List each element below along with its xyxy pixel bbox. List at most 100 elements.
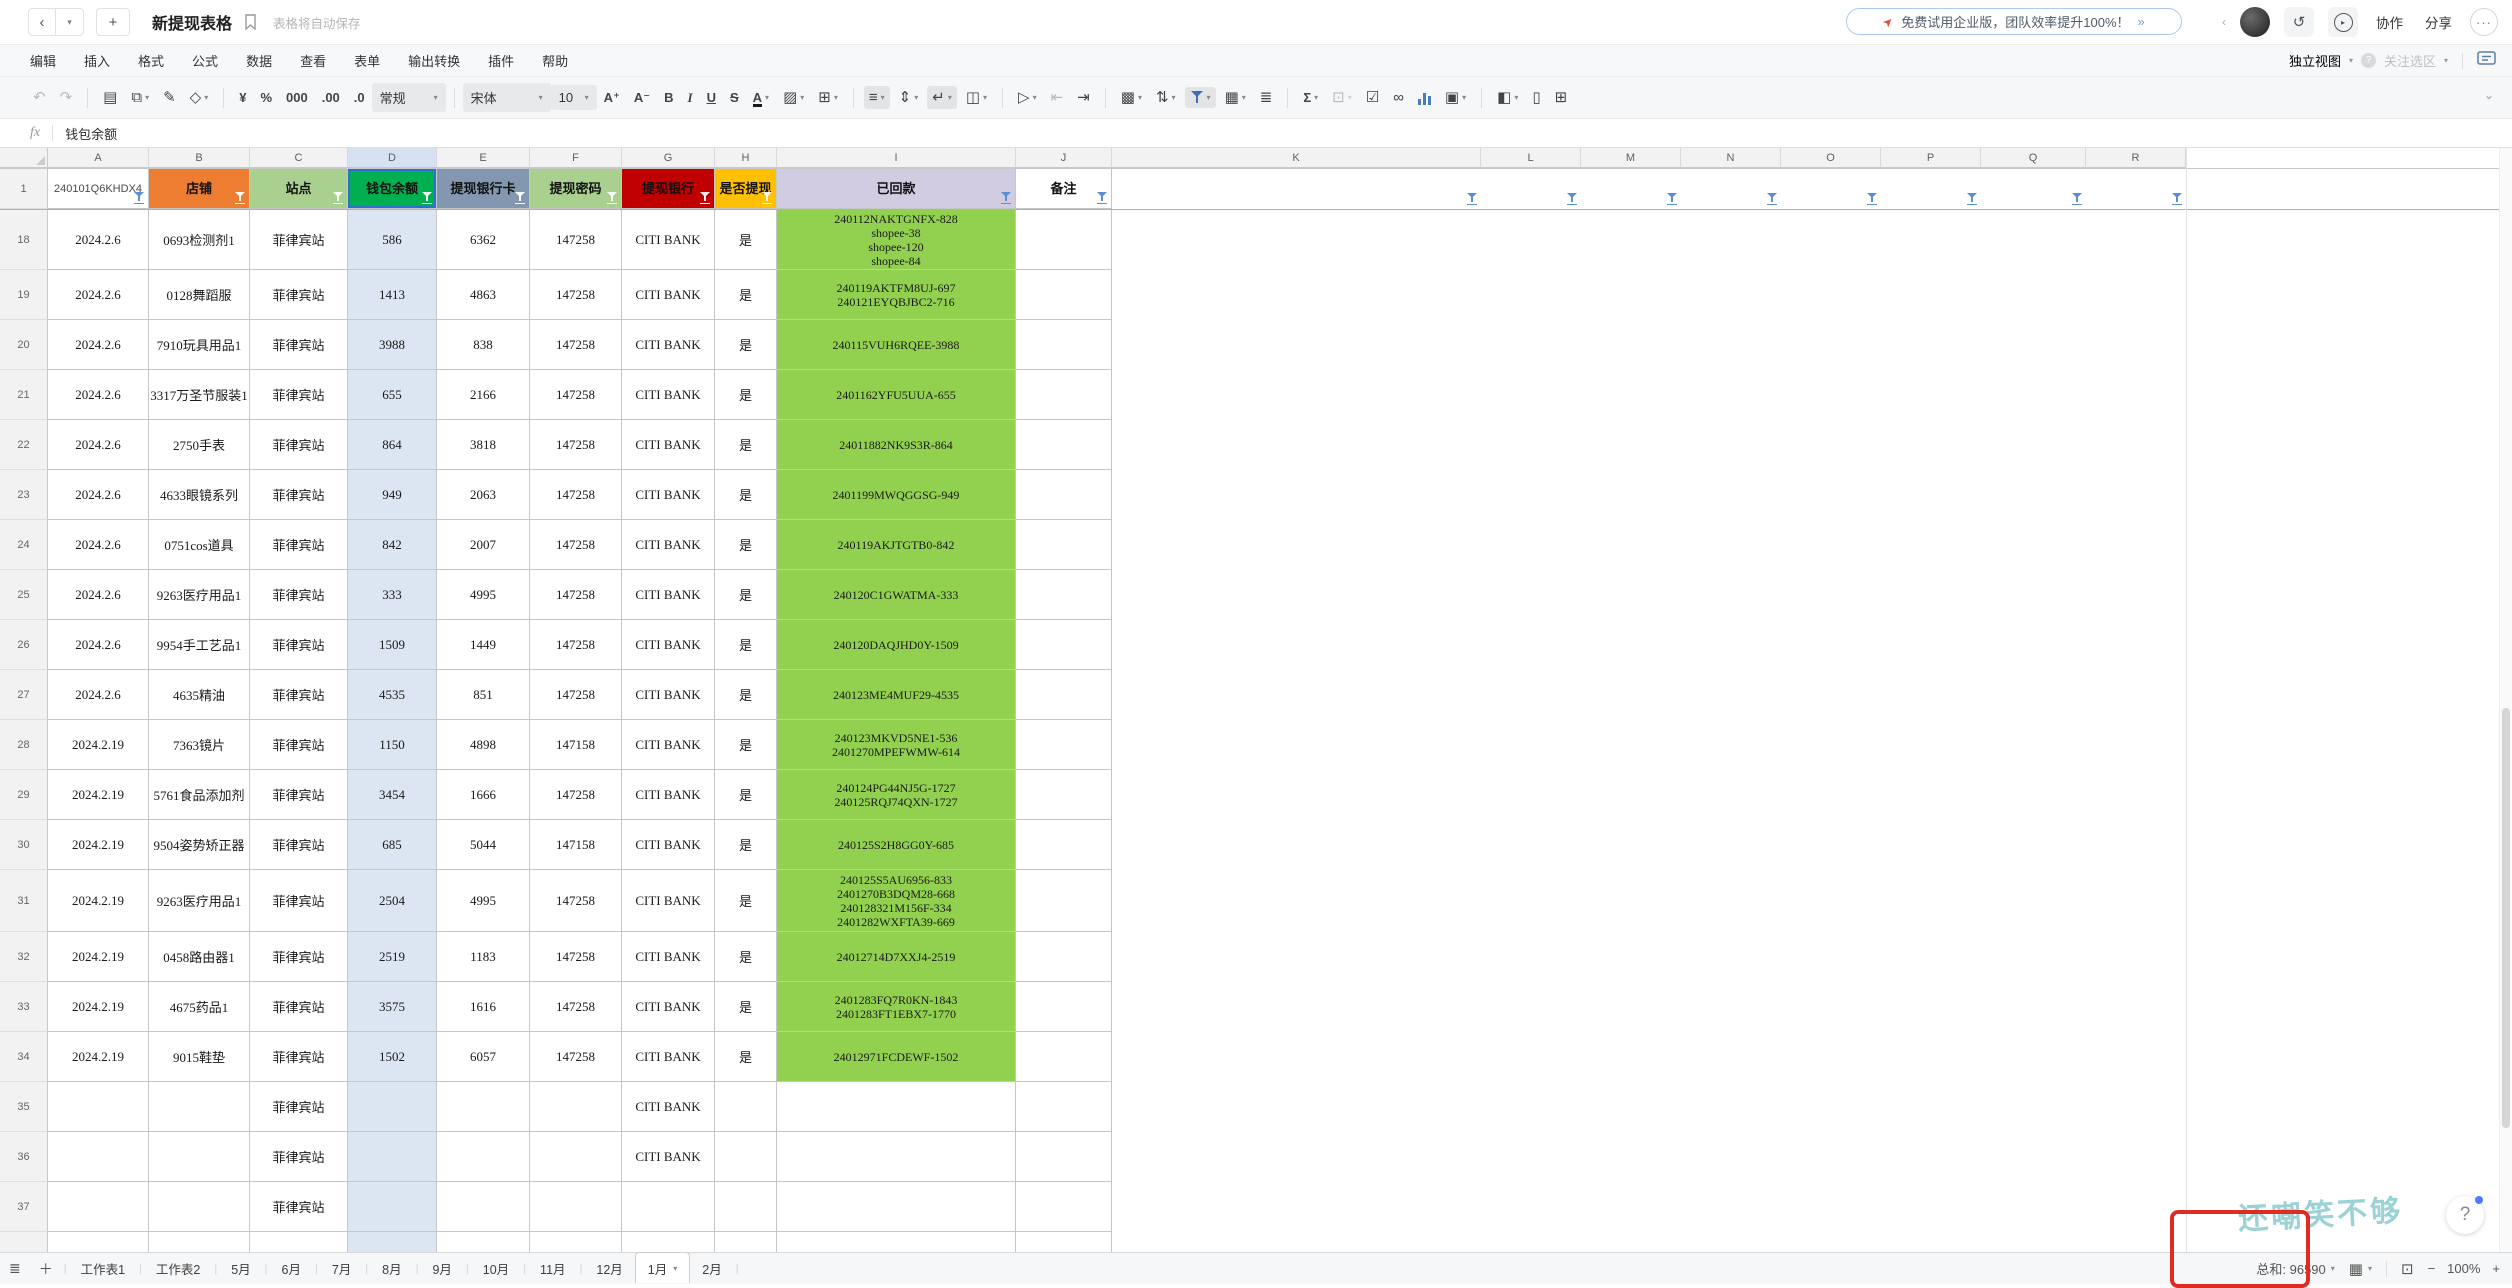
cell-O21[interactable] xyxy=(1781,370,1881,420)
chart-icon[interactable] xyxy=(1413,87,1436,109)
cell-K19[interactable] xyxy=(1112,270,1481,320)
cell-J35[interactable] xyxy=(1016,1082,1112,1132)
cell-Q33[interactable] xyxy=(1981,982,2086,1032)
focus-range-button[interactable]: 关注选区 xyxy=(2384,51,2436,70)
cell-C19[interactable]: 菲律宾站 xyxy=(250,270,348,320)
cell-L36[interactable] xyxy=(1481,1132,1581,1182)
cell-O33[interactable] xyxy=(1781,982,1881,1032)
collaborate-button[interactable]: 协作 xyxy=(2372,12,2407,32)
cell-C24[interactable]: 菲律宾站 xyxy=(250,520,348,570)
cell-A26[interactable]: 2024.2.6 xyxy=(48,620,149,670)
cell-F29[interactable]: 147258 xyxy=(530,770,622,820)
bold-button[interactable]: B xyxy=(659,87,678,108)
cell-I27[interactable]: 240123ME4MUF29-4535 xyxy=(777,670,1016,720)
cell-P37[interactable] xyxy=(1881,1182,1981,1232)
row-number[interactable]: 32 xyxy=(0,932,48,982)
cell-J19[interactable] xyxy=(1016,270,1112,320)
cell-N36[interactable] xyxy=(1681,1132,1781,1182)
cell-M24[interactable] xyxy=(1581,520,1681,570)
cell-J36[interactable] xyxy=(1016,1132,1112,1182)
cell-K18[interactable] xyxy=(1112,210,1481,270)
menu-item-6[interactable]: 表单 xyxy=(340,51,394,70)
cell-C20[interactable]: 菲律宾站 xyxy=(250,320,348,370)
cell-O36[interactable] xyxy=(1781,1132,1881,1182)
row-number[interactable]: 20 xyxy=(0,320,48,370)
cell-C21[interactable]: 菲律宾站 xyxy=(250,370,348,420)
comment-panel-icon[interactable] xyxy=(2477,51,2496,70)
filter-funnel-icon[interactable] xyxy=(1866,193,1878,205)
cell-R37[interactable] xyxy=(2086,1182,2186,1232)
cell-N25[interactable] xyxy=(1681,570,1781,620)
cell-J26[interactable] xyxy=(1016,620,1112,670)
cell-D34[interactable]: 1502 xyxy=(348,1032,437,1082)
cell-R24[interactable] xyxy=(2086,520,2186,570)
cell-R22[interactable] xyxy=(2086,420,2186,470)
sheet-tab-6月[interactable]: 6月 xyxy=(270,1253,313,1285)
cell-Q[interactable] xyxy=(1981,1232,2086,1252)
cell-Q27[interactable] xyxy=(1981,670,2086,720)
cell-K22[interactable] xyxy=(1112,420,1481,470)
cell-Q22[interactable] xyxy=(1981,420,2086,470)
decrease-decimal-button[interactable]: .0 xyxy=(349,87,370,108)
conditional-format-icon[interactable]: ▩▾ xyxy=(1116,86,1147,109)
zoom-in-button[interactable]: + xyxy=(2492,1261,2500,1276)
cell-N20[interactable] xyxy=(1681,320,1781,370)
increase-decimal-button[interactable]: .00 xyxy=(317,87,345,108)
cell-N22[interactable] xyxy=(1681,420,1781,470)
cell-L1[interactable] xyxy=(1481,169,1581,209)
cell-Q20[interactable] xyxy=(1981,320,2086,370)
cell-A25[interactable]: 2024.2.6 xyxy=(48,570,149,620)
cell-C28[interactable]: 菲律宾站 xyxy=(250,720,348,770)
menu-item-0[interactable]: 编辑 xyxy=(16,51,70,70)
merge-cells-icon[interactable]: ◫▾ xyxy=(961,86,992,109)
layout-view-button[interactable]: ▦ ▾ xyxy=(2349,1260,2372,1278)
cell-O25[interactable] xyxy=(1781,570,1881,620)
cell-J[interactable] xyxy=(1016,1232,1112,1252)
row-number[interactable]: 33 xyxy=(0,982,48,1032)
cell-M23[interactable] xyxy=(1581,470,1681,520)
cell-H23[interactable]: 是 xyxy=(715,470,777,520)
cell-D22[interactable]: 864 xyxy=(348,420,437,470)
cell-J27[interactable] xyxy=(1016,670,1112,720)
cell-J31[interactable] xyxy=(1016,870,1112,932)
cell-R20[interactable] xyxy=(2086,320,2186,370)
cell-I31[interactable]: 240125S5AU6956-8332401270B3DQM28-6682401… xyxy=(777,870,1016,932)
cell-Q18[interactable] xyxy=(1981,210,2086,270)
cell-Q31[interactable] xyxy=(1981,870,2086,932)
sum-button[interactable]: Σ▾ xyxy=(1298,87,1323,108)
cell-K20[interactable] xyxy=(1112,320,1481,370)
cell-C26[interactable]: 菲律宾站 xyxy=(250,620,348,670)
checkbox-icon[interactable]: ☑ xyxy=(1361,86,1384,109)
cell-C36[interactable]: 菲律宾站 xyxy=(250,1132,348,1182)
filter-funnel-icon[interactable] xyxy=(699,192,711,204)
cell-Q29[interactable] xyxy=(1981,770,2086,820)
text-wrap-icon[interactable]: ↵▾ xyxy=(927,86,957,109)
cell-D33[interactable]: 3575 xyxy=(348,982,437,1032)
cell-O22[interactable] xyxy=(1781,420,1881,470)
eraser-icon[interactable]: ◇▾ xyxy=(185,86,214,109)
cell-Q19[interactable] xyxy=(1981,270,2086,320)
cell-C23[interactable]: 菲律宾站 xyxy=(250,470,348,520)
cell-D36[interactable] xyxy=(348,1132,437,1182)
row-number[interactable]: 26 xyxy=(0,620,48,670)
slicer-icon[interactable]: ≣ xyxy=(1255,86,1278,109)
cell-B21[interactable]: 3317万圣节服装1 xyxy=(149,370,250,420)
cell-L27[interactable] xyxy=(1481,670,1581,720)
cell-P31[interactable] xyxy=(1881,870,1981,932)
cell-G34[interactable]: CITI BANK xyxy=(622,1032,715,1082)
filter-funnel-icon[interactable] xyxy=(606,192,618,204)
cell-C34[interactable]: 菲律宾站 xyxy=(250,1032,348,1082)
cell-D27[interactable]: 4535 xyxy=(348,670,437,720)
cell-M35[interactable] xyxy=(1581,1082,1681,1132)
cell-D21[interactable]: 655 xyxy=(348,370,437,420)
print-icon[interactable]: ▤ xyxy=(98,86,122,109)
cell-E27[interactable]: 851 xyxy=(437,670,530,720)
row-number[interactable]: 18 xyxy=(0,210,48,270)
cell-M30[interactable] xyxy=(1581,820,1681,870)
cell-M20[interactable] xyxy=(1581,320,1681,370)
filter-funnel-icon[interactable] xyxy=(133,192,145,204)
paint-brush-icon[interactable]: ✎ xyxy=(158,86,181,109)
cell-E21[interactable]: 2166 xyxy=(437,370,530,420)
cell-P[interactable] xyxy=(1881,1232,1981,1252)
cell-C18[interactable]: 菲律宾站 xyxy=(250,210,348,270)
